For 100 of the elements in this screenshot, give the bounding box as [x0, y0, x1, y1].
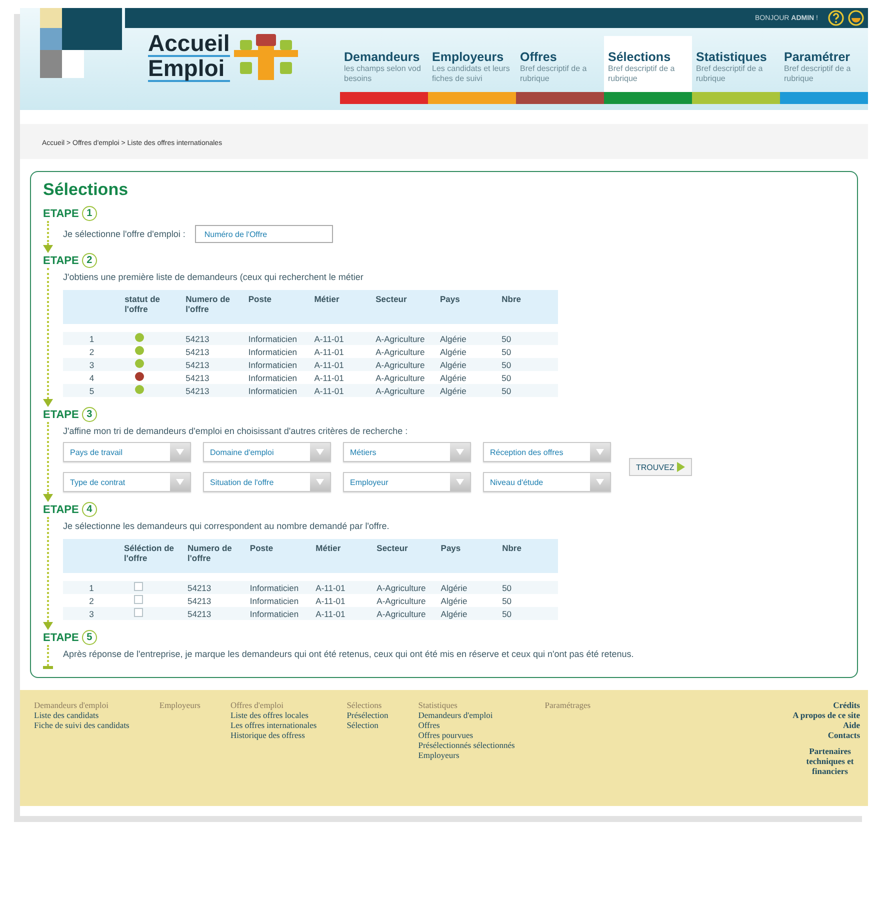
footer-heading: Paramétrages	[544, 700, 591, 710]
step-number: 5	[82, 630, 97, 645]
footer-link[interactable]: Présélectionnés sélectionnés	[418, 740, 515, 750]
table-cell: A-Agriculture	[372, 358, 436, 371]
caret-icon	[596, 479, 604, 485]
nav-tab[interactable]: Demandeurs les champs selon vod besoins	[340, 36, 428, 104]
offer-number-field[interactable]: Numéro de l'Offre	[195, 225, 334, 243]
footer-link[interactable]: Offres pourvues	[418, 730, 515, 740]
dropdown[interactable]: Métiers	[343, 442, 471, 462]
logo-text: Emploi	[148, 57, 230, 82]
footer-link[interactable]: Demandeurs d'emploi	[418, 710, 515, 720]
row-number: 1	[63, 581, 120, 594]
search-button[interactable]: TROUVEZ	[629, 458, 692, 476]
user-icon[interactable]	[848, 10, 864, 26]
column-header: Nbre	[498, 290, 558, 324]
table-cell: Algérie	[436, 594, 498, 607]
table-cell: A-11-01	[310, 332, 372, 345]
footer-link[interactable]: Présélection	[346, 710, 388, 720]
nav-tab[interactable]: Sélections Bref descriptif de a rubrique	[604, 36, 692, 104]
table-cell: Algérie	[436, 581, 498, 594]
table-cell: 50	[498, 384, 558, 397]
dotted-line	[43, 645, 53, 669]
table-cell: 50	[498, 581, 558, 594]
step-text: Je sélectionne les demandeurs qui correspondent au nombre demandé par l'offre.	[63, 521, 390, 531]
table-cell: 50	[498, 358, 558, 371]
table-cell: 50	[498, 332, 558, 345]
footer-link[interactable]: Fiche de suivi des candidats	[34, 720, 130, 730]
step-text: Après réponse de l'entreprise, je marque les demandeurs qui ont été retenus, ceux qui ont été mis en réserve et ceux qui n'ont pas été retenus.	[63, 649, 634, 659]
table-cell: 50	[498, 345, 558, 358]
dotted-arrow	[43, 221, 53, 253]
step-label: ETAPE	[43, 632, 79, 644]
help-icon[interactable]	[828, 10, 844, 26]
footer-heading: Offres d'emploi	[230, 700, 285, 710]
table-cell: Algérie	[436, 607, 498, 620]
dropdown[interactable]: Réception des offres	[483, 442, 611, 462]
table-cell: 54213	[184, 607, 246, 620]
column-header: statut de l'offre	[120, 290, 182, 324]
table-cell: A-Agriculture	[372, 371, 436, 384]
step-label: ETAPE	[43, 408, 79, 420]
footer-link[interactable]: Les offres internationales	[230, 720, 317, 730]
footer-link[interactable]: Historique des offress	[230, 730, 317, 740]
table-cell: Algérie	[436, 345, 498, 358]
page-title: Sélections	[43, 180, 130, 200]
footer-link[interactable]: Liste des candidats	[34, 710, 130, 720]
nav-tab[interactable]: Paramétrer Bref descriptif de a rubrique	[780, 36, 868, 104]
step-text: J'obtiens une première liste de demandeurs (ceux qui recherchent le métier	[63, 272, 364, 282]
table-cell: Informaticien	[244, 332, 310, 345]
table-cell: 54213	[184, 581, 246, 594]
table-cell: A-11-01	[310, 371, 372, 384]
row-number: 4	[63, 371, 121, 384]
column-header: Secteur	[372, 290, 436, 324]
footer-link[interactable]: Offres	[418, 720, 515, 730]
table-cell: A-Agriculture	[372, 345, 436, 358]
table-cell: Algérie	[436, 371, 498, 384]
table-cell: A-Agriculture	[372, 384, 436, 397]
footer-link[interactable]: Liste des offres locales	[230, 710, 317, 720]
table-cell: Algérie	[436, 332, 498, 345]
footer-link[interactable]: Crédits	[833, 700, 860, 710]
caret-icon	[456, 449, 464, 455]
table-cell: Informaticien	[244, 358, 310, 371]
footer-heading: Demandeurs d'emploi	[34, 700, 110, 710]
caret-icon	[316, 479, 324, 485]
dropdown[interactable]: Domaine d'emploi	[203, 442, 331, 462]
footer-heading: Employeurs	[159, 700, 200, 710]
footer-link[interactable]: Aide	[843, 720, 860, 730]
caret-icon	[596, 449, 604, 455]
row-number: 2	[63, 345, 121, 358]
dropdown[interactable]: Situation de l'offre	[203, 472, 331, 492]
step-number: 3	[82, 407, 97, 422]
table-cell: Algérie	[436, 358, 498, 371]
checkbox[interactable]	[134, 595, 143, 604]
table-cell: 54213	[184, 594, 246, 607]
row-number: 3	[63, 607, 120, 620]
row-number: 2	[63, 594, 120, 607]
column-header: Numero de l'offre	[184, 539, 246, 573]
footer-link[interactable]: Sélection	[346, 720, 388, 730]
footer-link[interactable]: Partenaires techniques et financiers	[800, 746, 860, 776]
table-cell: A-11-01	[310, 358, 372, 371]
step-number: 2	[82, 253, 97, 268]
checkbox[interactable]	[134, 582, 143, 591]
logo-text: Accueil	[148, 32, 230, 57]
dropdown[interactable]: Type de contrat	[63, 472, 191, 492]
table-cell: 50	[498, 371, 558, 384]
nav-tab[interactable]: Statistiques Bref descriptif de a rubrique	[692, 36, 780, 104]
step-label: ETAPE	[43, 504, 79, 516]
table-cell: Informaticien	[246, 607, 312, 620]
checkbox[interactable]	[134, 608, 143, 617]
footer-link[interactable]: A propos de ce site	[792, 710, 860, 720]
column-header: Pays	[436, 290, 498, 324]
step-label: ETAPE	[43, 208, 79, 220]
table-cell: Informaticien	[246, 581, 312, 594]
nav-tab[interactable]: Employeurs Les candidats et leurs fiches de suivi	[428, 36, 516, 104]
footer-heading: Statistiques	[418, 700, 458, 710]
footer-link[interactable]: Contacts	[828, 730, 860, 740]
table-cell: 54213	[182, 345, 244, 358]
dropdown[interactable]: Pays de travail	[63, 442, 191, 462]
dropdown[interactable]: Niveau d'étude	[483, 472, 611, 492]
table-cell: A-11-01	[312, 607, 373, 620]
footer-link[interactable]: Employeurs	[418, 750, 515, 760]
dropdown[interactable]: Employeur	[343, 472, 471, 492]
